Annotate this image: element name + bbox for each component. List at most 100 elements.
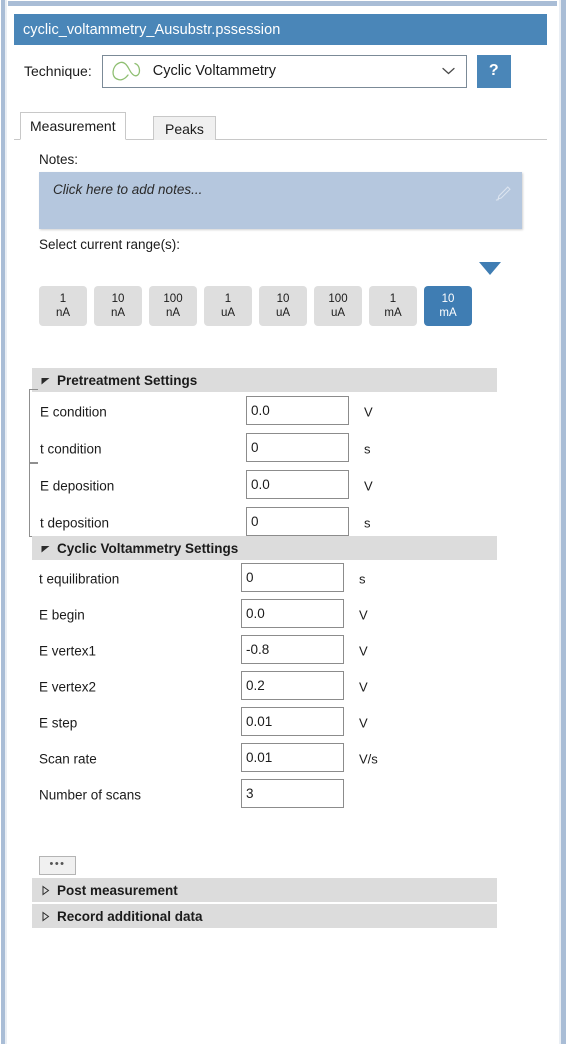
range-button-1-mA[interactable]: 1 mA [369,286,417,326]
field-input-number-of-scans[interactable] [241,779,344,808]
field-label-number-of-scans: Number of scans [39,787,142,802]
current-range-button-group: 1 nA 10 nA 100 nA 1 uA 10 uA 100 uA 1 mA 10 mA [39,286,472,326]
window-title-bar: cyclic_voltammetry_Ausubstr.pssession [14,14,547,45]
field-row: E deposition V [15,470,515,501]
range-value: 100 [328,293,348,305]
field-row: t deposition s [15,507,515,538]
measurement-panel: Notes: Click here to add notes... Select… [15,140,546,1038]
range-button-1-uA[interactable]: 1 uA [204,286,252,326]
range-value: 10 [111,293,125,305]
section-header-cyclic-voltammetry-settings[interactable]: Cyclic Voltammetry Settings [32,536,497,560]
tab-measurement[interactable]: Measurement [20,112,126,140]
field-input-e-deposition[interactable] [246,470,349,499]
range-button-10-nA[interactable]: 10 nA [94,286,142,326]
field-row: E vertex1 V [15,635,515,666]
field-row: E step V [15,707,515,738]
field-input-t-equilibration[interactable] [241,563,344,592]
range-value: 10 [276,293,290,305]
field-unit: s [364,515,371,530]
range-value: 1 [389,293,397,305]
field-label-scan-rate: Scan rate [39,751,97,766]
range-value: 1 [59,293,67,305]
range-button-100-uA[interactable]: 100 uA [314,286,362,326]
section-header-post-measurement[interactable]: Post measurement [32,878,497,902]
technique-label: Technique: [24,63,92,79]
range-value: 1 [224,293,232,305]
chevron-down-icon [442,67,455,75]
field-input-e-step[interactable] [241,707,344,736]
field-input-scan-rate[interactable] [241,743,344,772]
field-input-e-vertex1[interactable] [241,635,344,664]
selected-range-marker-icon [479,262,501,275]
range-button-100-nA[interactable]: 100 nA [149,286,197,326]
field-unit: V [364,478,373,493]
field-input-e-condition[interactable] [246,396,349,425]
more-options-button[interactable]: ••• [39,856,76,875]
field-label-e-step: E step [39,715,78,730]
field-row: E vertex2 V [15,671,515,702]
section-header-record-additional-data[interactable]: Record additional data [32,904,497,928]
section-title: Record additional data [57,908,203,924]
field-input-e-vertex2[interactable] [241,671,344,700]
tab-peaks[interactable]: Peaks [153,116,216,140]
range-button-10-uA[interactable]: 10 uA [259,286,307,326]
field-label-e-vertex2: E vertex2 [39,679,97,694]
field-input-e-begin[interactable] [241,599,344,628]
section-title: Post measurement [57,882,178,898]
notes-label: Notes: [39,152,79,167]
range-unit: uA [275,307,291,319]
field-input-t-deposition[interactable] [246,507,349,536]
field-unit: s [364,441,371,456]
field-label-t-equilibration: t equilibration [39,571,120,586]
field-label-t-condition: t condition [40,441,102,456]
window-client-area: cyclic_voltammetry_Ausubstr.pssession Te… [8,8,557,1044]
field-row: Number of scans [15,779,515,810]
field-row: t condition s [15,433,515,464]
range-unit: mA [384,307,402,319]
field-unit: V [359,607,368,622]
range-button-10-mA[interactable]: 10 mA [424,286,472,326]
window-title: cyclic_voltammetry_Ausubstr.pssession [23,21,281,38]
window-border-right [557,0,567,1044]
triangle-right-icon [42,885,50,895]
range-unit: nA [110,307,126,319]
field-row: t equilibration s [15,563,515,594]
cyclic-voltammogram-icon [112,61,140,81]
triangle-down-icon [41,545,50,552]
triangle-right-icon [42,911,50,921]
section-title: Cyclic Voltammetry Settings [57,540,239,556]
field-unit: s [359,571,366,586]
triangle-down-icon [41,377,50,384]
field-label-e-begin: E begin [39,607,85,622]
field-row: E begin V [15,599,515,630]
field-row: Scan rate V/s [15,743,515,774]
current-range-label: Select current range(s): [39,237,181,252]
tab-strip: Measurement Peaks [14,112,547,140]
field-input-t-condition[interactable] [246,433,349,462]
notes-input[interactable]: Click here to add notes... [39,172,522,229]
field-label-e-condition: E condition [40,404,107,419]
field-unit: V [359,679,368,694]
range-button-1-nA[interactable]: 1 nA [39,286,87,326]
field-label-t-deposition: t deposition [40,515,110,530]
range-value: 10 [441,293,455,305]
field-unit: V [359,715,368,730]
field-label-e-deposition: E deposition [40,478,115,493]
pstrace-measurement-window: cyclic_voltammetry_Ausubstr.pssession Te… [0,0,567,1044]
section-header-pretreatment-settings[interactable]: Pretreatment Settings [32,368,497,392]
field-unit: V/s [359,751,378,766]
range-unit: nA [55,307,71,319]
range-unit: uA [330,307,346,319]
window-border-left [0,0,8,1044]
section-title: Pretreatment Settings [57,372,198,388]
field-row: E condition V [15,396,515,427]
range-unit: nA [165,307,181,319]
help-button[interactable]: ? [476,54,511,88]
field-unit: V [359,643,368,658]
field-unit: V [364,404,373,419]
technique-selected-value: Cyclic Voltammetry [152,63,276,79]
range-value: 100 [163,293,183,305]
technique-select[interactable]: Cyclic Voltammetry [101,54,467,88]
field-label-e-vertex1: E vertex1 [39,643,97,658]
range-unit: uA [220,307,236,319]
